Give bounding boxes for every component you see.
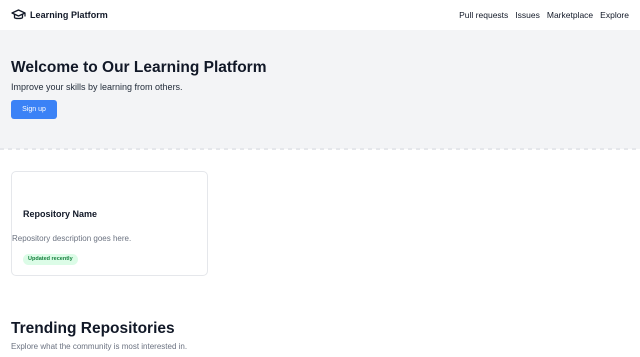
top-navbar: Learning Platform Pull requests Issues M… [0,0,640,30]
nav-links: Pull requests Issues Marketplace Explore [459,10,629,20]
trending-title: Trending Repositories [11,320,175,337]
repository-description: Repository description goes here. [12,234,132,243]
nav-link-marketplace[interactable]: Marketplace [547,10,593,20]
nav-link-explore[interactable]: Explore [600,10,629,20]
hero-section: Welcome to Our Learning Platform Improve… [0,30,640,149]
hero-subtitle: Improve your skills by learning from oth… [11,82,183,92]
hero-divider [0,148,640,150]
nav-link-issues[interactable]: Issues [515,10,540,20]
status-badge: Updated recently [23,254,78,265]
trending-subtitle: Explore what the community is most inter… [11,342,188,351]
repository-name[interactable]: Repository Name [23,209,97,219]
repository-card[interactable]: Repository Name Repository description g… [11,171,208,276]
brand-name: Learning Platform [30,10,108,20]
nav-link-pull-requests[interactable]: Pull requests [459,10,508,20]
hero-title: Welcome to Our Learning Platform [11,59,267,76]
graduation-cap-icon [11,9,26,21]
brand-link[interactable]: Learning Platform [11,9,108,21]
sign-up-button[interactable]: Sign up [11,100,57,119]
